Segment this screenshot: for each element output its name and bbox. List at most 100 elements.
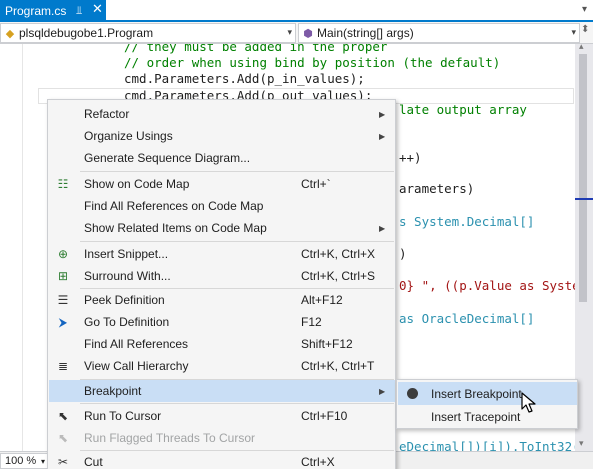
menu-separator — [80, 241, 394, 242]
menu-item-generate-sequence-diagram[interactable]: Generate Sequence Diagram... — [49, 147, 395, 169]
menu-item-shortcut: Ctrl+K, Ctrl+X — [301, 247, 376, 261]
menu-item-label: Show Related Items on Code Map — [84, 221, 267, 235]
scroll-down-icon[interactable]: ▾ — [579, 439, 584, 449]
method-icon: ⬢ — [303, 27, 313, 40]
menu-item-label: Generate Sequence Diagram... — [84, 151, 251, 165]
code-map-icon: ☷ — [57, 177, 69, 191]
menu-item-label: Find All References — [84, 337, 189, 351]
scroll-up-icon[interactable]: ▴ — [579, 42, 584, 52]
call-hierarchy-icon: ≣ — [57, 359, 69, 373]
menu-item-label: Cut — [84, 455, 103, 469]
menu-item-shortcut: Ctrl+K, Ctrl+S — [301, 269, 376, 283]
menu-item-breakpoint[interactable]: Breakpoint ▶ — [49, 380, 395, 402]
menu-item-shortcut: Ctrl+X — [301, 455, 335, 469]
menu-item-label: Surround With... — [84, 269, 171, 283]
menu-item-go-to-definition[interactable]: ⮞ Go To Definition F12 — [49, 311, 395, 333]
code-fragment: ) — [399, 246, 407, 261]
menu-item-label: Insert Tracepoint — [431, 409, 521, 424]
menu-item-shortcut: F12 — [301, 315, 322, 329]
menu-item-shortcut: Shift+F12 — [301, 337, 353, 351]
editor-gutter[interactable] — [0, 44, 34, 451]
navigation-bar: ◆ plsqldebugobe1.Program ▾ ⬢ Main(string… — [0, 22, 593, 44]
menu-item-show-related-items[interactable]: Show Related Items on Code Map ▶ — [49, 217, 395, 239]
pin-icon[interactable]: ⫫ — [76, 4, 82, 18]
tab-overflow-dropdown-icon[interactable]: ▾ — [582, 4, 587, 15]
close-icon[interactable]: ✕ — [92, 2, 103, 17]
code-fragment: late output array — [399, 102, 527, 117]
menu-item-run-to-cursor[interactable]: ⬉ Run To Cursor Ctrl+F10 — [49, 405, 395, 427]
code-fragment: s System.Decimal[] — [399, 214, 535, 229]
submenu-arrow-icon: ▶ — [379, 131, 386, 141]
menu-item-view-call-hierarchy[interactable]: ≣ View Call Hierarchy Ctrl+K, Ctrl+T — [49, 355, 395, 377]
menu-item-insert-tracepoint[interactable]: Insert Tracepoint — [398, 405, 577, 428]
menu-item-cut[interactable]: ✂ Cut Ctrl+X — [49, 451, 395, 469]
tab-program-cs[interactable]: Program.cs ⫫ ✕ — [0, 0, 106, 22]
split-window-icon[interactable]: ⬍ — [581, 24, 591, 42]
menu-item-label: Run Flagged Threads To Cursor — [84, 431, 255, 445]
scrollbar-thumb[interactable] — [579, 54, 587, 302]
member-dropdown-value: Main(string[] args) — [317, 26, 414, 40]
peek-definition-icon: ☰ — [57, 293, 69, 307]
menu-item-label: Breakpoint — [84, 384, 142, 398]
breakpoint-icon — [407, 388, 418, 399]
scissors-icon: ✂ — [57, 455, 69, 469]
menu-item-label: Show on Code Map — [84, 177, 190, 191]
type-dropdown[interactable]: ◆ plsqldebugobe1.Program ▾ — [0, 23, 296, 43]
menu-item-label: Go To Definition — [84, 315, 170, 329]
menu-item-label: Insert Snippet... — [84, 247, 169, 261]
tab-title: Program.cs — [5, 4, 67, 18]
menu-item-label: Refactor — [84, 107, 130, 121]
menu-item-organize-usings[interactable]: Organize Usings ▶ — [49, 125, 395, 147]
menu-item-find-all-references-on-code-map[interactable]: Find All References on Code Map — [49, 195, 395, 217]
breakpoint-submenu: Insert Breakpoint Insert Tracepoint — [396, 379, 578, 429]
menu-item-insert-snippet[interactable]: ⊕ Insert Snippet... Ctrl+K, Ctrl+X — [49, 243, 395, 265]
flagged-cursor-icon: ⬉ — [57, 431, 69, 445]
submenu-arrow-icon: ▶ — [379, 223, 386, 233]
menu-item-label: Organize Usings — [84, 129, 173, 143]
menu-separator — [80, 171, 394, 172]
menu-item-surround-with[interactable]: ⊞ Surround With... Ctrl+K, Ctrl+S — [49, 265, 395, 287]
gutter-divider — [22, 44, 23, 451]
code-fragment: 0} ", ((p.Value as System. — [399, 278, 575, 293]
menu-item-label: Peek Definition — [84, 293, 165, 307]
code-fragment: ++) — [399, 150, 422, 165]
chevron-down-icon: ▾ — [571, 27, 576, 37]
menu-item-shortcut: Alt+F12 — [301, 293, 343, 307]
snippet-icon: ⊕ — [57, 247, 69, 261]
class-icon: ◆ — [5, 27, 15, 40]
go-to-definition-icon: ⮞ — [58, 314, 68, 329]
context-menu: Refactor ▶ Organize Usings ▶ Generate Se… — [47, 99, 396, 469]
submenu-arrow-icon: ▶ — [379, 109, 386, 119]
menu-item-label: View Call Hierarchy — [84, 359, 189, 373]
menu-item-label: Find All References on Code Map — [84, 199, 264, 213]
code-line: // they must be added in the proper — [124, 44, 388, 54]
document-tab-strip: Program.cs ⫫ ✕ ▾ — [0, 0, 593, 22]
cursor-arrow-icon: ⬉ — [57, 409, 69, 423]
menu-item-find-all-references[interactable]: Find All References Shift+F12 — [49, 333, 395, 355]
type-dropdown-value: plsqldebugobe1.Program — [19, 26, 154, 40]
submenu-arrow-icon: ▶ — [379, 386, 386, 396]
code-line: cmd.Parameters.Add(p_in_values); — [124, 71, 365, 86]
surround-icon: ⊞ — [57, 269, 69, 283]
menu-item-label: Run To Cursor — [84, 409, 162, 423]
code-fragment: as OracleDecimal[] — [399, 311, 535, 326]
code-fragment: eDecimal[])[i]).ToInt32() — [399, 439, 575, 451]
menu-item-label: Insert Breakpoint — [431, 386, 522, 401]
menu-item-show-on-code-map[interactable]: ☷ Show on Code Map Ctrl+` — [49, 173, 395, 195]
menu-item-run-flagged-threads-to-cursor: ⬉ Run Flagged Threads To Cursor — [49, 427, 395, 449]
menu-item-shortcut: Ctrl+F10 — [301, 409, 348, 423]
code-line: // order when using bind by position (th… — [124, 55, 501, 70]
chevron-down-icon: ▾ — [287, 27, 292, 37]
menu-separator — [80, 403, 394, 404]
menu-item-insert-breakpoint[interactable]: Insert Breakpoint — [398, 382, 577, 405]
menu-item-peek-definition[interactable]: ☰ Peek Definition Alt+F12 — [49, 289, 395, 311]
zoom-dropdown[interactable]: 100 % ▾ — [0, 453, 48, 469]
menu-item-shortcut: Ctrl+K, Ctrl+T — [301, 359, 375, 373]
chevron-down-icon: ▾ — [40, 457, 45, 466]
menu-item-shortcut: Ctrl+` — [301, 177, 331, 191]
zoom-value: 100 % — [5, 455, 37, 467]
menu-item-refactor[interactable]: Refactor ▶ — [49, 103, 395, 125]
mouse-pointer-icon — [521, 392, 536, 413]
member-dropdown[interactable]: ⬢ Main(string[] args) ▾ — [298, 23, 580, 43]
code-fragment: arameters) — [399, 181, 475, 196]
